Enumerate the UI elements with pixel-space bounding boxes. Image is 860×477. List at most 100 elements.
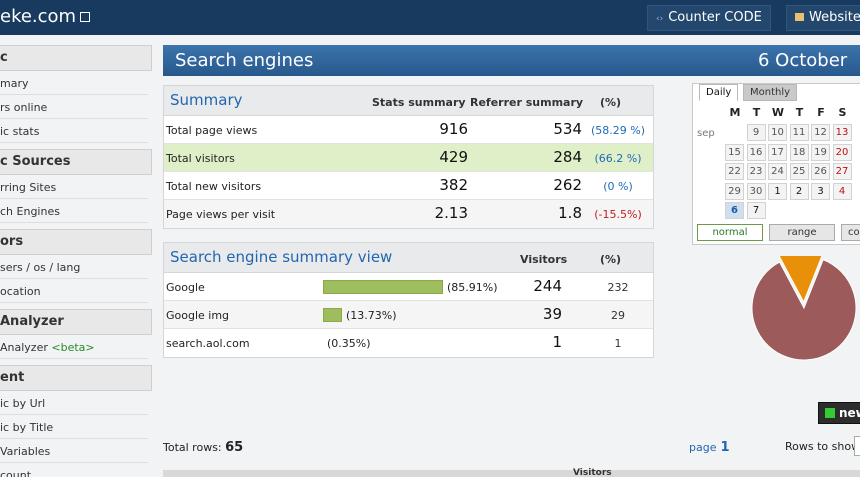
total-rows-value: 65 xyxy=(225,440,244,455)
counter-code-label: Counter CODE xyxy=(668,10,762,25)
calendar-day[interactable]: 4 xyxy=(832,182,852,200)
weekday-label: M xyxy=(729,106,741,119)
calendar-day[interactable]: 3 xyxy=(811,182,830,200)
calendar-day[interactable]: 10 xyxy=(768,124,787,141)
new-label: new xyxy=(839,406,860,420)
sidebar-section-content[interactable]: ent xyxy=(0,365,152,391)
engines-title: Search engine summary view xyxy=(170,248,393,266)
stats-value: 429 xyxy=(439,148,468,166)
referrer-value: 1.8 xyxy=(558,204,582,222)
calendar-day[interactable]: 16 xyxy=(746,143,766,161)
mode-compare-button[interactable]: co xyxy=(841,224,860,241)
calendar-day[interactable]: 2 xyxy=(789,182,809,200)
sidebar-item-variables[interactable]: Variables xyxy=(0,439,148,463)
logo-text: eke.com xyxy=(0,6,77,27)
calendar-day[interactable]: 29 xyxy=(725,182,744,200)
calendar-day[interactable]: 7 xyxy=(746,202,766,219)
calendar-day[interactable]: 27 xyxy=(832,163,852,180)
rows-to-show-label: Rows to show xyxy=(785,440,860,453)
summary-row: Total new visitors 382 262 (0 %) xyxy=(164,172,653,200)
engine-share-pct: (0.35%) xyxy=(327,337,371,350)
weekday-label: F xyxy=(817,106,825,119)
engine-row[interactable]: Google img (13.73%) 39 29 xyxy=(164,301,653,329)
sidebar-item-traffic-stats[interactable]: ic stats xyxy=(0,119,148,143)
engine-visitors: 1 xyxy=(552,333,562,351)
calendar-day[interactable]: 13 xyxy=(832,124,852,141)
row-label: Total page views xyxy=(166,124,258,137)
page-number[interactable]: 1 xyxy=(720,440,729,455)
sidebar: c mary rs online ic stats c Sources rrin… xyxy=(0,45,152,477)
engine-name[interactable]: search.aol.com xyxy=(166,337,250,350)
engines-pie-chart xyxy=(751,256,857,361)
engine-name[interactable]: Google img xyxy=(166,309,229,322)
counter-code-button[interactable]: ‹› Counter CODE xyxy=(647,5,771,31)
new-button[interactable]: new xyxy=(818,402,860,424)
sidebar-item-browsers[interactable]: sers / os / lang xyxy=(0,255,148,279)
websites-button[interactable]: Website xyxy=(786,5,860,31)
page-header: Search engines 6 October xyxy=(163,45,860,76)
calendar-day[interactable]: 12 xyxy=(811,124,830,141)
engine-name[interactable]: Google xyxy=(166,281,205,294)
sidebar-section-traffic[interactable]: c xyxy=(0,45,152,71)
mode-normal-button[interactable]: normal xyxy=(697,224,763,241)
weekday-label: T xyxy=(795,106,804,119)
tab-monthly[interactable]: Monthly xyxy=(743,84,798,101)
calendar-day[interactable]: 1 xyxy=(768,182,787,200)
external-link-icon xyxy=(80,12,91,22)
total-rows-label: Total rows: xyxy=(163,441,222,454)
sidebar-item-account[interactable]: count xyxy=(0,463,148,477)
rows-to-show-select[interactable] xyxy=(854,436,860,456)
calendar-day[interactable]: 25 xyxy=(789,163,809,180)
sidebar-item-summary[interactable]: mary xyxy=(0,71,148,95)
calendar-day[interactable]: 15 xyxy=(725,143,744,161)
sidebar-item-search-engines[interactable]: ch Engines xyxy=(0,199,148,223)
calendar-day[interactable]: 26 xyxy=(811,163,830,180)
sidebar-section-analyzer[interactable]: Analyzer xyxy=(0,309,152,335)
pagination[interactable]: page 1 xyxy=(689,440,730,455)
tab-daily[interactable]: Daily xyxy=(699,84,739,101)
site-logo[interactable]: eke.com xyxy=(0,6,91,27)
engine-visitors: 39 xyxy=(542,305,562,323)
sidebar-section-visitors[interactable]: ors xyxy=(0,229,152,255)
calendar-day[interactable]: 20 xyxy=(832,143,852,161)
calendar-day[interactable]: 17 xyxy=(768,143,787,161)
engine-visitors: 244 xyxy=(533,277,562,295)
websites-label: Website xyxy=(809,10,860,25)
engine-row[interactable]: search.aol.com (0.35%) 1 1 xyxy=(164,329,653,357)
calendar-day[interactable]: 9 xyxy=(746,124,766,141)
col-visitors: Visitors xyxy=(520,253,568,266)
calendar-day[interactable]: 30 xyxy=(746,182,766,200)
engine-count: 1 xyxy=(614,337,622,350)
summary-title: Summary xyxy=(170,91,243,109)
referrer-value: 284 xyxy=(553,148,582,166)
stats-value: 382 xyxy=(439,176,468,194)
sidebar-item-geolocation[interactable]: ocation xyxy=(0,279,148,303)
calendar-day[interactable]: 23 xyxy=(746,163,766,180)
calendar-day[interactable]: 11 xyxy=(789,124,809,141)
folder-icon xyxy=(795,13,804,21)
summary-row: Total page views 916 534 (58.29 %) xyxy=(164,116,653,144)
mode-range-button[interactable]: range xyxy=(769,224,835,241)
sidebar-section-traffic-sources[interactable]: c Sources xyxy=(0,149,152,175)
calendar-day[interactable]: 18 xyxy=(789,143,809,161)
calendar-day[interactable]: 19 xyxy=(811,143,830,161)
col-engine-pct: (%) xyxy=(600,253,622,266)
weekday-label: S xyxy=(838,106,847,119)
engine-count: 232 xyxy=(607,281,629,294)
page-label: page xyxy=(689,441,717,454)
engine-row[interactable]: Google (85.91%) 244 232 xyxy=(164,273,653,301)
month-label: sep xyxy=(697,128,715,139)
calendar-day[interactable]: 6 xyxy=(725,202,744,219)
sidebar-item-users-online[interactable]: rs online xyxy=(0,95,148,119)
engine-share-pct: (85.91%) xyxy=(447,281,498,294)
calendar-day[interactable]: 24 xyxy=(768,163,787,180)
sidebar-item-referring-sites[interactable]: rring Sites xyxy=(0,175,148,199)
calendar-day[interactable]: 22 xyxy=(725,163,744,180)
date-calendar: Daily Monthly M T W T F S 9 10 11 12 13 15 16 17 18 19 2… xyxy=(692,83,860,245)
beta-badge: <beta> xyxy=(51,341,95,354)
engine-share-bar xyxy=(323,280,443,294)
sidebar-item-traffic-by-url[interactable]: ic by Url xyxy=(0,391,148,415)
row-label: Total new visitors xyxy=(166,180,262,193)
sidebar-item-analyzer[interactable]: Analyzer <beta> xyxy=(0,335,148,359)
sidebar-item-traffic-by-title[interactable]: ic by Title xyxy=(0,415,148,439)
